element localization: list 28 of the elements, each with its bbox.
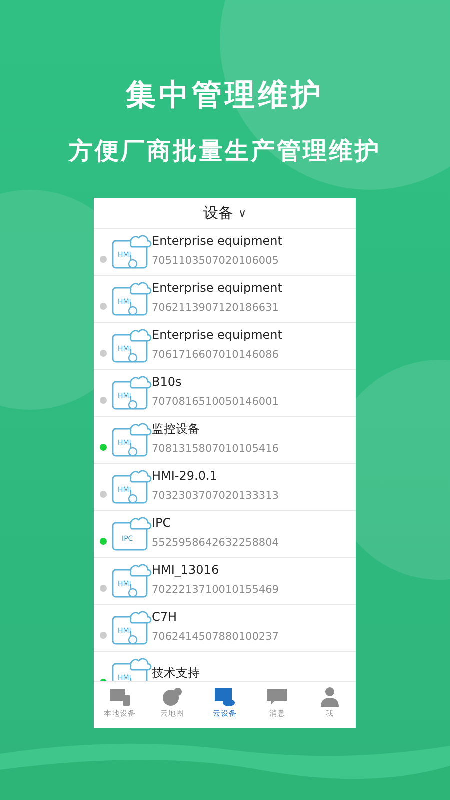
device-id: 7062414507880100237 — [152, 630, 279, 644]
device-name: HMI-29.0.1 — [152, 468, 218, 484]
device-name: Enterprise equipment — [152, 326, 282, 344]
device-id: 7051103507020106005 — [152, 254, 280, 268]
device-id: 5525958642632258804 — [152, 536, 279, 550]
devices-icon — [109, 687, 132, 707]
device-id: 7061716607010146086 — [152, 348, 280, 362]
caret-icon[interactable]: ∨ — [238, 206, 247, 220]
chat-icon — [266, 687, 288, 707]
globe-icon — [162, 687, 184, 707]
device-name: Enterprise equipment — [152, 280, 282, 296]
device-name: 技术支持 — [152, 665, 200, 681]
screen-title[interactable]: 设备 — [203, 204, 234, 222]
device-id: 7062113907120186631 — [152, 300, 280, 316]
device-name: 监控设备 — [152, 420, 201, 438]
device-name: Enterprise equipment — [152, 232, 282, 250]
monitor-cloud-icon — [214, 687, 236, 707]
person-icon — [318, 687, 341, 707]
headline: 集中管理维护 — [126, 77, 324, 115]
device-id: 7070816510050146001 — [152, 394, 279, 410]
device-id: 7081315807010105416 — [152, 442, 279, 456]
device-id: 7032303707020133313 — [152, 488, 279, 504]
device-name: HMI_13016 — [152, 562, 220, 578]
device-name: IPC — [152, 514, 172, 532]
device-name: B10s — [152, 374, 183, 390]
subheadline: 方便厂商批量生产管理维护 — [69, 136, 381, 167]
device-id: 7022213710010155469 — [152, 582, 279, 598]
device-name: C7H — [152, 608, 178, 626]
